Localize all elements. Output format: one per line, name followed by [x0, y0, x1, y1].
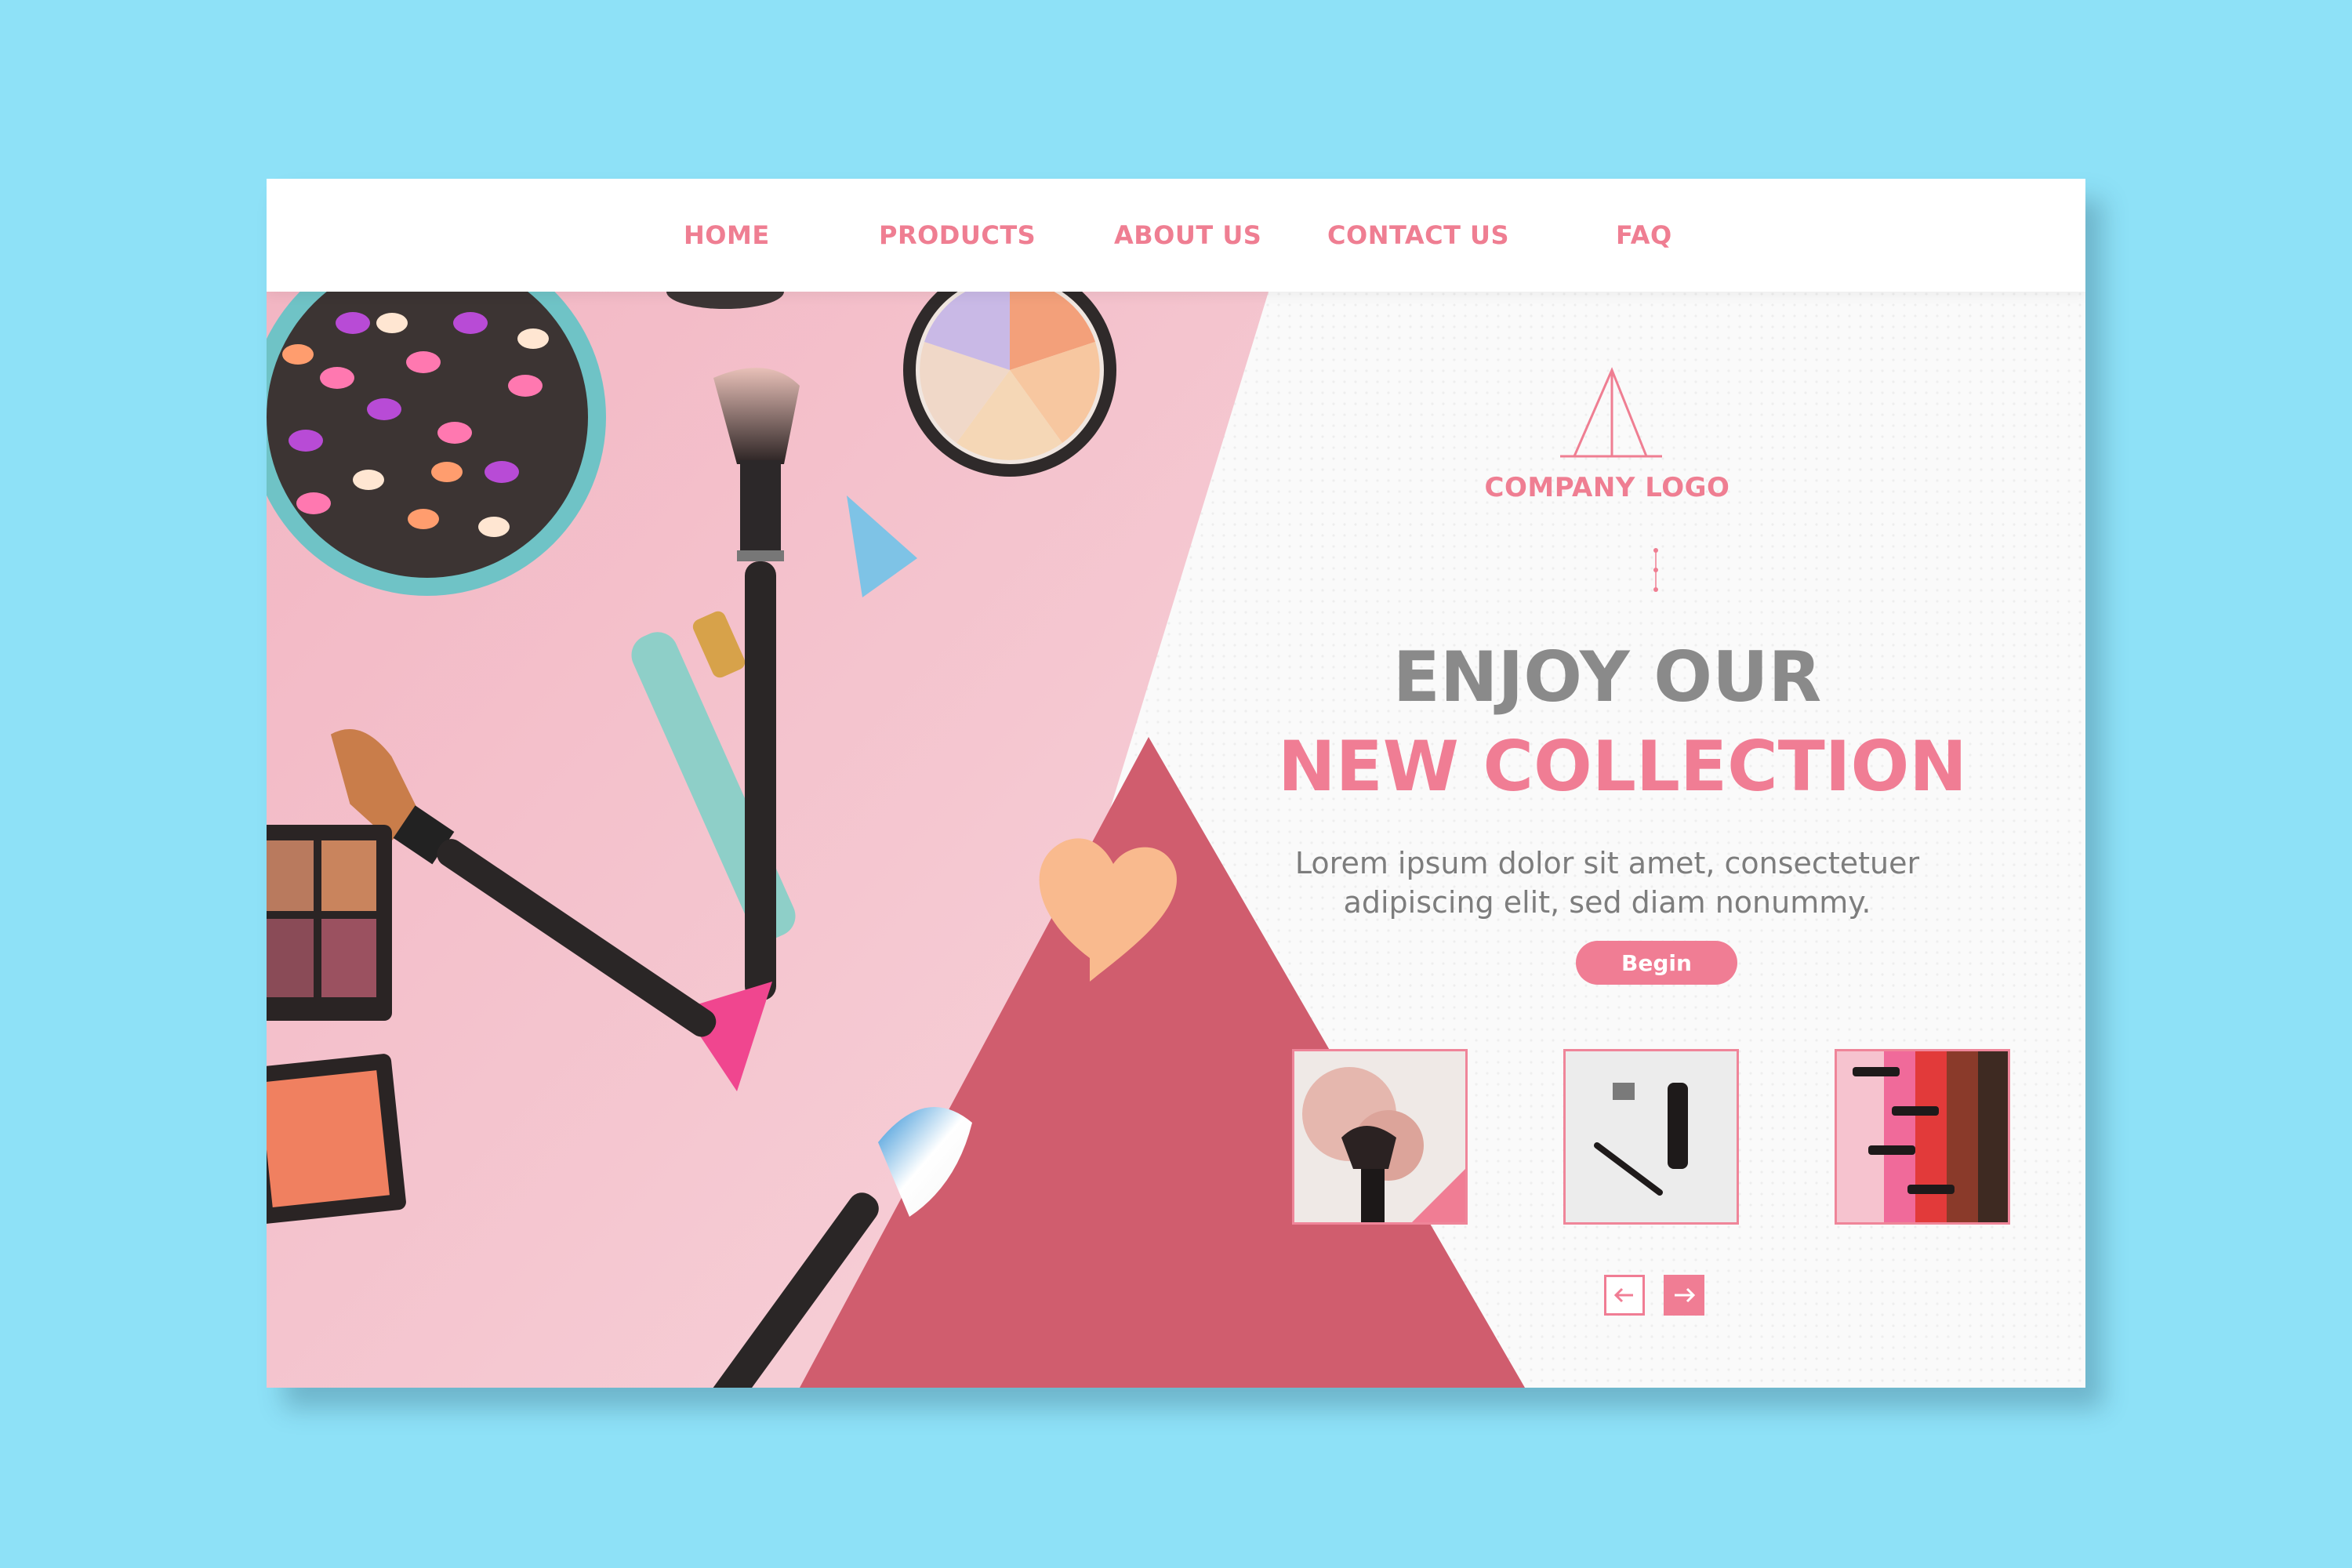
hero-background — [267, 292, 2085, 1388]
carousel-next-button[interactable] — [1664, 1275, 1704, 1316]
hero-description-line2: adipiscing elit, sed diam nonummy. — [1343, 885, 1871, 920]
nav-products[interactable]: PRODUCTS — [879, 220, 1036, 251]
landing-page: HOME PRODUCTS ABOUT US CONTACT US FAQ CO… — [267, 179, 2085, 1388]
nav-home[interactable]: HOME — [684, 220, 770, 251]
carousel-prev-button[interactable] — [1604, 1275, 1645, 1316]
thumbnail-blush-brush[interactable] — [1292, 1049, 1468, 1225]
hero-description: Lorem ipsum dolor sit amet, consectetuer… — [1286, 844, 1929, 922]
blush-brush-photo-icon — [1294, 1051, 1465, 1222]
hero-description-line1: Lorem ipsum dolor sit amet, consectetuer — [1294, 846, 1920, 880]
arrow-right-icon — [1675, 1287, 1696, 1303]
lipsticks-photo-icon — [1837, 1051, 2008, 1222]
mascara-photo-icon — [1566, 1051, 1737, 1222]
nav-faq[interactable]: FAQ — [1616, 220, 1672, 251]
thumbnail-mascara[interactable] — [1563, 1049, 1739, 1225]
arrow-left-icon — [1613, 1287, 1633, 1303]
hero-section: COMPANY LOGO ENJOY OUR NEW COLLECTION Lo… — [267, 292, 2085, 1388]
company-logo-text: COMPANY LOGO — [1484, 472, 1730, 503]
blush-compact-icon — [267, 1054, 406, 1224]
thumbnail-lipsticks[interactable] — [1835, 1049, 2010, 1225]
nav-contact-us[interactable]: CONTACT US — [1327, 220, 1509, 251]
hero-heading-line1: ENJOY OUR — [1392, 637, 1822, 717]
nav-about-us[interactable]: ABOUT US — [1114, 220, 1261, 251]
top-navigation: HOME PRODUCTS ABOUT US CONTACT US FAQ — [267, 179, 2085, 292]
begin-button[interactable]: Begin — [1576, 941, 1737, 985]
eyeshadow-quad-icon — [267, 825, 392, 1021]
hero-heading-line2: NEW COLLECTION — [1278, 726, 1967, 807]
